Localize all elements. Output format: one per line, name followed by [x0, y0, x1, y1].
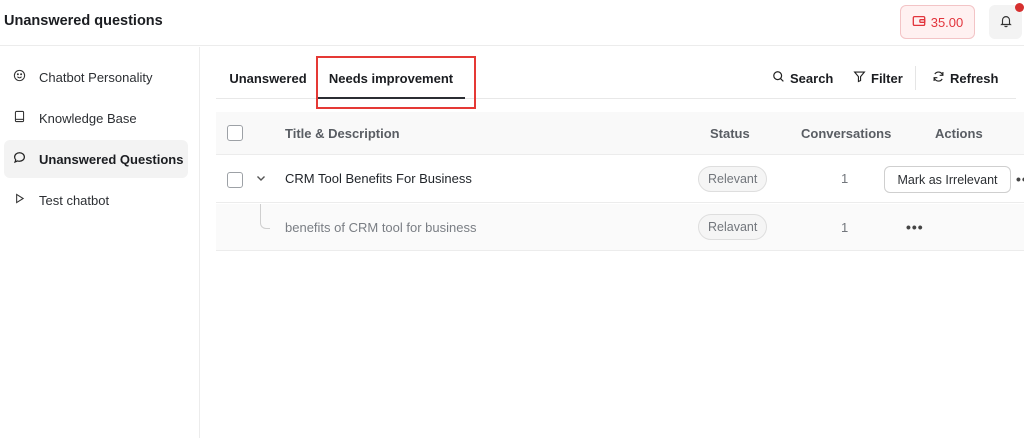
table-row[interactable]: CRM Tool Benefits For Business Relevant … [216, 155, 1024, 203]
sidebar-item-label: Knowledge Base [39, 110, 137, 126]
refresh-label: Refresh [950, 70, 999, 86]
refresh-icon [932, 70, 945, 86]
play-icon [13, 192, 26, 208]
page-title: Unanswered questions [4, 13, 163, 29]
sidebar-item-unanswered-questions[interactable]: Unanswered Questions [4, 140, 188, 178]
sidebar-item-label: Chatbot Personality [39, 69, 153, 85]
wallet-icon [912, 14, 926, 31]
filter-icon [853, 70, 866, 86]
speech-bubble-icon [13, 151, 26, 167]
active-tab-indicator [317, 97, 465, 99]
table-header: Title & Description Status Conversations… [216, 112, 1024, 155]
tab-needs-improvement[interactable]: Needs improvement [317, 58, 465, 98]
row-title: CRM Tool Benefits For Business [285, 171, 472, 186]
select-all-checkbox[interactable] [227, 125, 243, 141]
more-options-button[interactable]: ••• [1016, 155, 1024, 202]
sidebar-item-label: Test chatbot [39, 192, 110, 208]
credit-balance-button[interactable]: 35.00 [900, 5, 975, 39]
tree-connector [260, 204, 270, 229]
more-options-button[interactable]: ••• [906, 204, 924, 250]
notification-dot [1015, 3, 1024, 12]
refresh-button[interactable]: Refresh [932, 58, 998, 98]
table-sub-row[interactable]: benefits of CRM tool for business Relava… [216, 204, 1024, 251]
search-icon [772, 70, 785, 86]
credit-amount: 35.00 [930, 14, 964, 30]
tab-unanswered[interactable]: Unanswered [228, 58, 308, 98]
search-button[interactable]: Search [772, 58, 833, 98]
bell-icon [999, 14, 1013, 31]
conversation-count: 1 [841, 171, 849, 186]
conversation-count: 1 [841, 219, 849, 235]
status-badge: Relevant [698, 166, 768, 192]
filter-label: Filter [871, 70, 903, 86]
smiley-icon [13, 69, 26, 85]
toolbar-divider [915, 66, 916, 90]
sidebar-item-test-chatbot[interactable]: Test chatbot [4, 181, 188, 219]
top-bar: Unanswered questions 35.00 [0, 0, 1024, 46]
search-label: Search [790, 70, 834, 86]
sidebar-item-chatbot-personality[interactable]: Chatbot Personality [4, 58, 188, 96]
sidebar: Chatbot Personality Knowledge Base Unans… [0, 47, 200, 438]
mark-as-irrelevant-button[interactable]: Mark as Irrelevant [884, 166, 1011, 193]
sidebar-item-knowledge-base[interactable]: Knowledge Base [4, 99, 188, 137]
column-header-conversations: Conversations [801, 126, 892, 141]
book-icon [13, 110, 26, 126]
column-header-status: Status [710, 126, 750, 141]
sub-row-title: benefits of CRM tool for business [285, 219, 477, 235]
column-header-title: Title & Description [285, 126, 400, 141]
filter-button[interactable]: Filter [853, 58, 903, 98]
status-badge: Relavant [698, 214, 768, 240]
column-header-actions: Actions [935, 126, 983, 141]
sidebar-item-label: Unanswered Questions [39, 151, 184, 167]
row-checkbox[interactable] [227, 172, 243, 188]
